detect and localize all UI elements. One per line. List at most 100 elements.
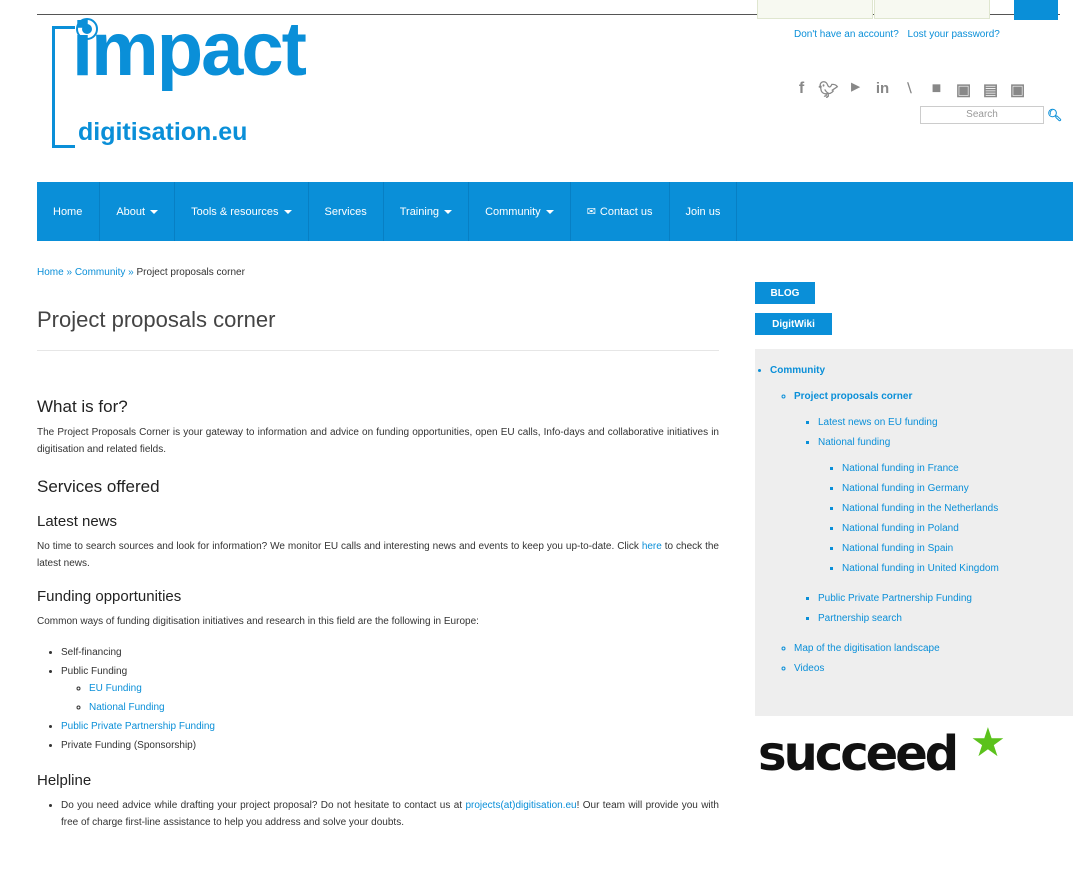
sidebar-national-link[interactable]: National funding: [818, 437, 890, 448]
news-text-1: No time to search sources and look for i…: [37, 541, 639, 552]
sidebar-partnership-link[interactable]: Partnership search: [818, 613, 902, 624]
succeed-logo[interactable]: succeed ★: [758, 721, 1028, 786]
rss-icon[interactable]: ⧵: [896, 80, 923, 100]
nav-community[interactable]: Community: [469, 182, 571, 241]
nav-join[interactable]: Join us: [670, 182, 738, 241]
news-heading: Latest news: [37, 513, 118, 530]
nav-contact-label: Contact us: [599, 205, 653, 218]
list-item: Private Funding (Sponsorship): [61, 737, 719, 754]
public-funding-label: Public Funding: [61, 666, 128, 677]
sidebar-item: National funding in United Kingdom: [842, 559, 1073, 579]
sidebar-item: National funding in France: [842, 459, 1073, 479]
national-funding-link[interactable]: National Funding: [89, 702, 165, 713]
blog-button[interactable]: BLOG: [755, 282, 815, 304]
sidebar-item: Map of the digitisation landscape: [794, 639, 1073, 659]
nav-services-label: Services: [324, 205, 367, 218]
sidebar-ppp-link[interactable]: Public Private Partnership Funding: [818, 593, 972, 604]
login-button[interactable]: [1014, 0, 1058, 20]
sidebar-item: Latest news on EU funding: [818, 413, 1073, 433]
linkedin-icon[interactable]: in: [869, 80, 896, 100]
chevron-down-icon: [545, 209, 554, 214]
nav-tools-label: Tools & resources: [191, 205, 279, 218]
chevron-down-icon: [444, 209, 453, 214]
funding-intro: Common ways of funding digitisation init…: [37, 616, 479, 627]
breadcrumb-sep: »: [128, 267, 134, 278]
chevron-down-icon: [283, 209, 292, 214]
lost-password-link[interactable]: Lost your password?: [908, 29, 1000, 40]
sidebar-national-item[interactable]: National funding in France: [842, 463, 959, 474]
sidebar-item: National funding in Germany: [842, 479, 1073, 499]
list-item: Do you need advice while drafting your p…: [61, 797, 719, 831]
search-icon[interactable]: 🔍︎: [1047, 108, 1062, 122]
sidebar-videos-link[interactable]: Videos: [794, 663, 824, 674]
breadcrumb: Home » Community » Project proposals cor…: [37, 267, 245, 278]
sidebar-map-link[interactable]: Map of the digitisation landscape: [794, 643, 940, 654]
digitwiki-button[interactable]: DigitWiki: [755, 313, 832, 335]
sidebar-item-community: Community Project proposals corner Lates…: [770, 361, 1073, 679]
page-title: Project proposals corner: [37, 307, 276, 332]
account-links: Don't have an account? Lost your passwor…: [794, 29, 1000, 40]
sidebar-national-item[interactable]: National funding in the Netherlands: [842, 503, 998, 514]
sidebar-latest-eu-link[interactable]: Latest news on EU funding: [818, 417, 938, 428]
nav-home-label: Home: [53, 205, 83, 218]
nav-services[interactable]: Services: [309, 182, 384, 241]
sidebar-ppc-link[interactable]: Project proposals corner: [794, 391, 912, 402]
breadcrumb-community[interactable]: Community: [75, 267, 126, 278]
breadcrumb-sep: »: [66, 267, 73, 278]
youtube-icon[interactable]: ▶: [842, 80, 869, 100]
ppp-funding-link[interactable]: Public Private Partnership Funding: [61, 721, 215, 732]
list-item: National Funding: [89, 699, 719, 716]
helpline-email-link[interactable]: projects(at)digitisation.eu: [465, 800, 576, 811]
news-here-link[interactable]: here: [642, 541, 662, 552]
sidebar-community-link[interactable]: Community: [770, 365, 825, 376]
funding-list: Self-financing Public Funding EU Funding…: [37, 644, 719, 754]
list-item: Self-financing: [61, 644, 719, 661]
breadcrumb-home[interactable]: Home: [37, 267, 64, 278]
facebook-icon[interactable]: f: [788, 80, 815, 100]
sidebar-item: Videos: [794, 659, 1073, 679]
star-icon: ★: [970, 721, 1006, 765]
sidebar-national-item[interactable]: National funding in Poland: [842, 523, 959, 534]
sidebar-item: Partnership search: [818, 609, 1073, 629]
nav-tools[interactable]: Tools & resources: [175, 182, 309, 241]
site-logo[interactable]: impact digitisation.eu: [52, 12, 362, 153]
logo-word: impact: [72, 7, 307, 92]
nav-join-label: Join us: [685, 205, 721, 218]
slideshare-icon[interactable]: ▤: [977, 80, 1004, 100]
logo-domain: digitisation.eu: [78, 118, 248, 146]
vimeo-icon[interactable]: ▣: [950, 80, 977, 100]
nav-training-label: Training: [399, 205, 440, 218]
funding-heading: Funding opportunities: [37, 588, 182, 605]
helpline-text-1: Do you need advice while drafting your p…: [61, 800, 463, 811]
title-divider: [37, 350, 719, 351]
flickr-icon[interactable]: ■: [923, 80, 950, 100]
what-heading: What is for?: [37, 397, 128, 416]
github-icon[interactable]: ▣: [1004, 80, 1031, 100]
nav-about[interactable]: About: [100, 182, 176, 241]
services-heading: Services offered: [37, 477, 160, 496]
login-username-field[interactable]: [757, 0, 873, 19]
helpline-list: Do you need advice while drafting your p…: [37, 797, 719, 831]
sidebar-national-item[interactable]: National funding in Spain: [842, 543, 953, 554]
eu-funding-link[interactable]: EU Funding: [89, 683, 142, 694]
nav-training[interactable]: Training: [384, 182, 470, 241]
main-nav: Home About Tools & resources Services Tr…: [37, 182, 1073, 241]
chevron-down-icon: [150, 209, 159, 214]
sidebar-national-item[interactable]: National funding in United Kingdom: [842, 563, 999, 574]
register-link[interactable]: Don't have an account?: [794, 29, 899, 40]
nav-about-label: About: [116, 205, 146, 218]
nav-community-label: Community: [485, 205, 541, 218]
twitter-icon[interactable]: 🐦︎: [815, 80, 842, 100]
breadcrumb-current: Project proposals corner: [136, 267, 245, 278]
sidebar-menu: Community Project proposals corner Lates…: [755, 349, 1073, 716]
sidebar-item: National funding in Poland: [842, 519, 1073, 539]
list-item: Public Private Partnership Funding: [61, 718, 719, 735]
login-password-field[interactable]: [874, 0, 990, 19]
sidebar-national-item[interactable]: National funding in Germany: [842, 483, 969, 494]
main-content: What is for? The Project Proposals Corne…: [37, 398, 719, 845]
sidebar-item-ppc: Project proposals corner Latest news on …: [794, 387, 1073, 629]
nav-home[interactable]: Home: [37, 182, 101, 241]
search-input[interactable]: Search: [920, 106, 1044, 124]
list-item: EU Funding: [89, 680, 719, 697]
nav-contact[interactable]: ✉ Contact us: [571, 182, 670, 241]
